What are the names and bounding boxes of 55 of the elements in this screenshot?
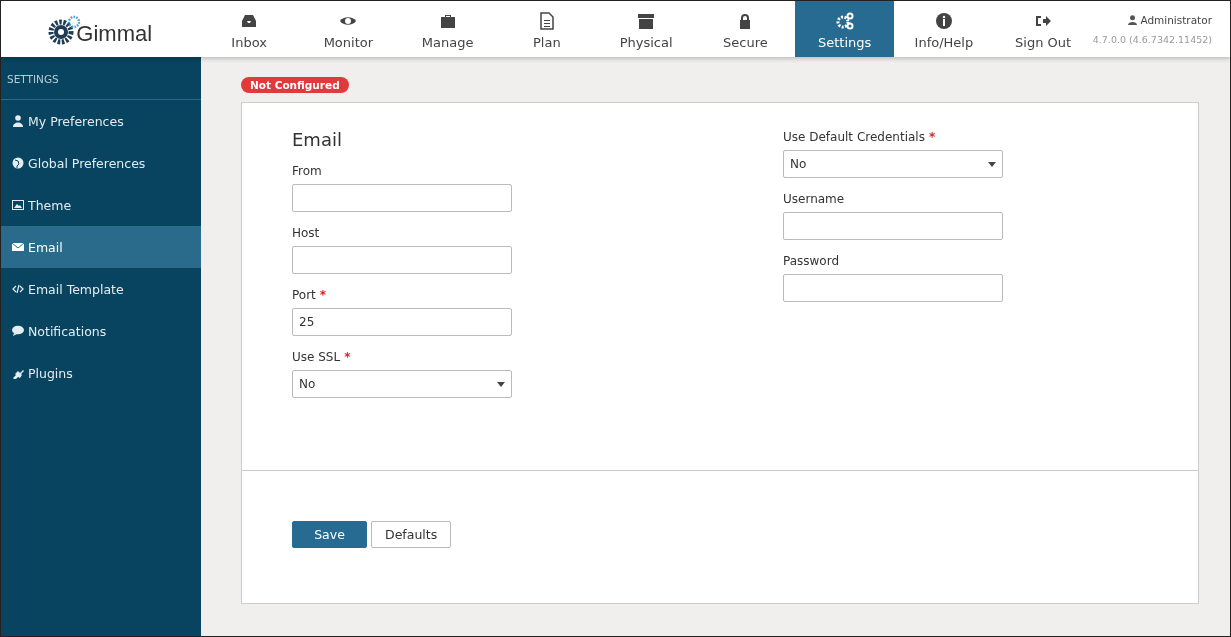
sidebar-item[interactable]: Email Template bbox=[1, 268, 201, 310]
required-mark: * bbox=[928, 130, 936, 144]
dropdown[interactable]: No bbox=[783, 150, 1003, 178]
field-label: Use Default Credentials bbox=[783, 130, 925, 144]
sidebar-item[interactable]: Plugins bbox=[1, 352, 201, 394]
input-field[interactable] bbox=[783, 212, 1003, 240]
form-title: Email bbox=[292, 129, 343, 150]
field-label: Use SSL bbox=[292, 350, 341, 364]
logo: Gimmal bbox=[1, 1, 200, 57]
inbox-icon bbox=[240, 12, 259, 30]
plug-icon bbox=[12, 367, 24, 379]
archive-box-icon bbox=[637, 12, 656, 30]
save-button[interactable]: Save bbox=[292, 521, 367, 548]
nav-tab[interactable]: Info/Help bbox=[894, 1, 994, 57]
required-mark: * bbox=[344, 350, 351, 364]
sidebar-item[interactable]: Theme bbox=[1, 184, 201, 226]
envelope-icon bbox=[12, 241, 24, 253]
user-icon bbox=[1128, 14, 1138, 25]
gears-icon bbox=[835, 12, 854, 30]
nav-tab[interactable]: Monitor bbox=[298, 1, 398, 57]
caret-icon bbox=[988, 161, 996, 167]
picture-icon bbox=[12, 199, 24, 211]
nav-tab[interactable]: Inbox bbox=[199, 1, 299, 57]
input-field[interactable] bbox=[292, 246, 512, 274]
nav-tab[interactable]: Settings bbox=[795, 1, 895, 57]
nav-tab[interactable]: Sign Out bbox=[993, 1, 1093, 57]
sidebar-item[interactable]: My Preferences bbox=[1, 100, 201, 142]
user-icon bbox=[12, 115, 24, 127]
sidebar-item[interactable]: Notifications bbox=[1, 310, 201, 352]
field-label: Host bbox=[292, 226, 320, 240]
briefcase-icon bbox=[438, 12, 457, 30]
nav-tab[interactable]: Plan bbox=[497, 1, 597, 57]
dropdown[interactable]: No bbox=[292, 370, 512, 398]
input-field[interactable]: 25 bbox=[292, 308, 512, 336]
sidebar-item[interactable]: Email bbox=[1, 226, 201, 268]
nav-tab[interactable]: Physical bbox=[596, 1, 696, 57]
nav-tab[interactable]: Manage bbox=[398, 1, 498, 57]
field-label: Username bbox=[783, 192, 845, 206]
info-icon bbox=[934, 12, 953, 30]
document-icon bbox=[537, 12, 556, 30]
caret-icon bbox=[497, 381, 505, 387]
speech-bubble-icon bbox=[12, 325, 24, 337]
user-name[interactable]: Administrator bbox=[1140, 13, 1212, 26]
field-label: Port bbox=[292, 288, 316, 302]
input-field[interactable] bbox=[783, 274, 1003, 302]
field-label: From bbox=[292, 164, 322, 178]
code-icon bbox=[12, 283, 24, 295]
field-label: Password bbox=[783, 254, 840, 268]
nav-tab[interactable]: Secure bbox=[695, 1, 795, 57]
sidebar-item[interactable]: Global Preferences bbox=[1, 142, 201, 184]
input-field[interactable] bbox=[292, 184, 512, 212]
required-mark: * bbox=[319, 288, 327, 302]
defaults-button[interactable]: Defaults bbox=[371, 521, 452, 548]
version-text: 4.7.0.0 (4.6.7342.11452) bbox=[1092, 33, 1212, 45]
status-badge: Not Configured bbox=[241, 77, 349, 93]
